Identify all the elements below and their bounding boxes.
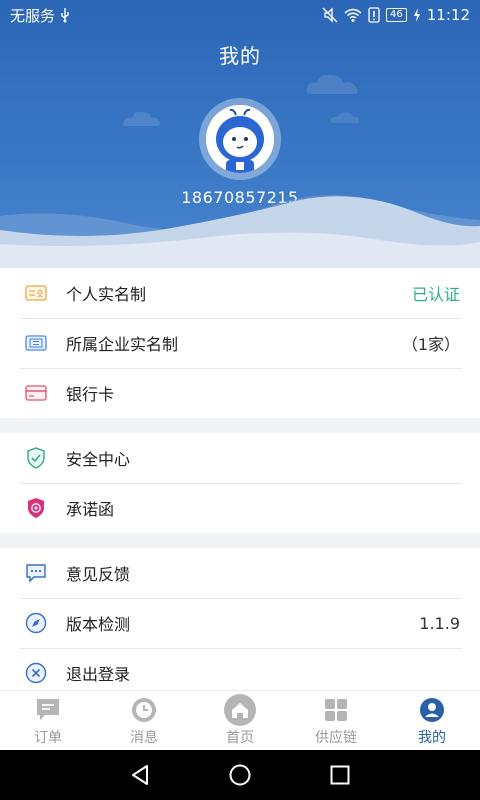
menu-item-enterprise-realname[interactable]: 所属企业实名制 （1家） — [0, 318, 480, 368]
menu-label: 意见反馈 — [66, 565, 131, 584]
wifi-icon — [344, 8, 362, 22]
feedback-chat-icon — [24, 561, 48, 585]
menu-label: 承诺函 — [66, 500, 115, 519]
enterprise-count: （1家） — [401, 335, 460, 354]
wave-decoration — [0, 195, 480, 268]
profile-header: 无服务 46 11:12 我的 18670857215 — [0, 0, 480, 268]
grid-icon — [325, 699, 347, 721]
menu-item-feedback[interactable]: 意见反馈 — [0, 548, 480, 598]
mute-icon — [322, 7, 338, 23]
clock-icon — [132, 698, 156, 722]
carrier-text: 无服务 — [10, 6, 56, 25]
menu-label: 退出登录 — [66, 665, 131, 684]
menu-item-promise-letter[interactable]: 承诺函 — [0, 483, 480, 533]
alert-icon — [368, 7, 380, 23]
shield-check-icon — [24, 446, 48, 470]
compass-icon — [24, 611, 48, 635]
menu-label: 银行卡 — [66, 385, 115, 404]
usb-icon — [61, 8, 69, 23]
menu-item-security-center[interactable]: 安全中心 — [0, 433, 480, 483]
identity-group: 个人实名制 已认证 所属企业实名制 （1家） 银行卡 — [0, 268, 480, 418]
page-title: 我的 — [219, 44, 261, 68]
menu-item-version-check[interactable]: 版本检测 1.1.9 — [0, 598, 480, 648]
back-triangle-icon[interactable] — [128, 763, 152, 787]
version-number: 1.1.9 — [419, 613, 460, 633]
avatar[interactable] — [199, 98, 281, 180]
tab-mine[interactable]: 我的 — [384, 691, 480, 750]
logout-x-icon — [24, 661, 48, 685]
battery-indicator: 46 — [386, 8, 407, 22]
tab-supply-chain[interactable]: 供应链 — [288, 691, 384, 750]
tab-label: 首页 — [226, 730, 254, 746]
system-nav-bar — [0, 750, 480, 800]
tab-home[interactable]: 首页 — [192, 691, 288, 750]
promise-badge-icon — [24, 496, 48, 520]
bank-card-icon — [24, 381, 48, 405]
tab-label: 供应链 — [315, 730, 357, 746]
order-chat-icon — [37, 699, 59, 720]
tab-messages[interactable]: 消息 — [96, 691, 192, 750]
verified-status: 已认证 — [411, 285, 460, 304]
menu-label: 所属企业实名制 — [66, 335, 179, 354]
user-icon — [420, 698, 444, 722]
tab-label: 我的 — [418, 730, 446, 746]
bottom-tab-bar: 订单 消息 首页 供应链 我的 — [0, 690, 480, 750]
cloud-decoration — [123, 111, 160, 126]
menu-item-personal-realname[interactable]: 个人实名制 已认证 — [0, 268, 480, 318]
status-bar: 无服务 46 11:12 — [0, 0, 480, 30]
menu-item-bank-card[interactable]: 银行卡 — [0, 368, 480, 418]
tab-label: 消息 — [130, 730, 158, 746]
tab-label: 订单 — [34, 730, 62, 746]
menu-label: 版本检测 — [66, 615, 131, 634]
app-group: 意见反馈 版本检测 1.1.9 退出登录 — [0, 548, 480, 698]
cloud-decoration — [330, 112, 360, 123]
cloud-decoration — [306, 74, 358, 94]
home-circle-icon[interactable] — [228, 763, 252, 787]
menu-label: 个人实名制 — [66, 285, 147, 304]
recents-square-icon[interactable] — [328, 763, 352, 787]
id-card-icon — [24, 281, 48, 305]
charging-icon — [413, 8, 420, 22]
robot-avatar-icon — [206, 105, 274, 173]
security-group: 安全中心 承诺函 — [0, 433, 480, 533]
tab-orders[interactable]: 订单 — [0, 691, 96, 750]
clock-time: 11:12 — [426, 6, 470, 24]
menu-label: 安全中心 — [66, 450, 131, 469]
enterprise-card-icon — [24, 331, 48, 355]
home-icon — [224, 694, 256, 726]
